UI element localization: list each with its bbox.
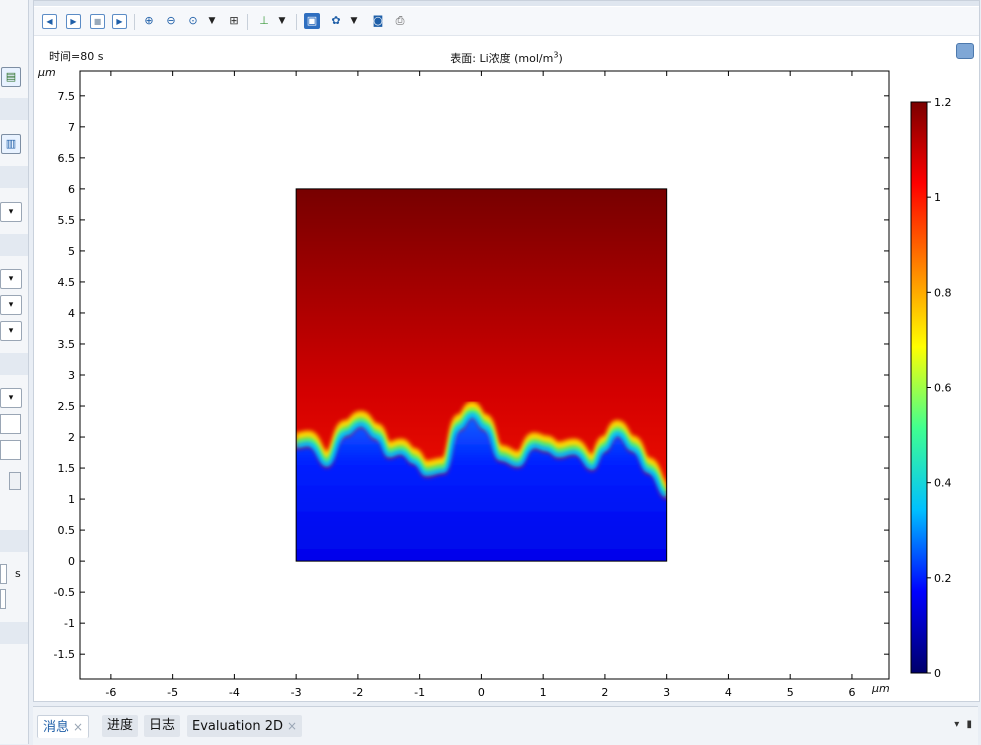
tab-messages[interactable]: 消息 × bbox=[37, 715, 90, 738]
colorbar-tick-label: 1 bbox=[934, 191, 941, 204]
colorbar-tick-label: 0.6 bbox=[934, 382, 952, 395]
tab-label: Evaluation 2D bbox=[192, 719, 284, 734]
y-tick-label: 1.5 bbox=[58, 462, 76, 475]
y-tick-label: 4.5 bbox=[58, 276, 76, 289]
x-tick-label: -4 bbox=[229, 686, 240, 699]
settings-panel: ▤ ▥ ▾ ▾ ▾ ▾ ▾ s bbox=[0, 0, 29, 744]
x-tick-label: 5 bbox=[787, 686, 794, 699]
colorbar-tick-label: 1.2 bbox=[934, 96, 952, 109]
colorbar-tick-label: 0 bbox=[934, 667, 941, 680]
section-header[interactable] bbox=[0, 166, 28, 188]
colorbar bbox=[910, 101, 928, 674]
colorbar-tick-label: 0.2 bbox=[934, 572, 952, 585]
x-tick-label: -2 bbox=[352, 686, 363, 699]
lower-region bbox=[296, 418, 667, 562]
time-unit-label: s bbox=[15, 567, 21, 580]
x-tick-label: 2 bbox=[601, 686, 608, 699]
y-tick-label: 6.5 bbox=[58, 152, 76, 165]
y-tick-label: 1 bbox=[68, 493, 75, 506]
slider-handle[interactable] bbox=[9, 472, 21, 490]
section-header[interactable] bbox=[0, 530, 28, 552]
dropdown-button[interactable]: ▾ bbox=[0, 388, 22, 408]
x-tick-label: -3 bbox=[291, 686, 302, 699]
x-tick-label: -1 bbox=[414, 686, 425, 699]
y-tick-label: 5 bbox=[68, 245, 75, 258]
colorbar-tick-label: 0.4 bbox=[934, 477, 952, 490]
dropdown-button[interactable]: ▾ bbox=[0, 295, 22, 315]
x-tick-label: 0 bbox=[478, 686, 485, 699]
dropdown-button[interactable]: ▾ bbox=[0, 269, 22, 289]
y-tick-label: 3 bbox=[68, 369, 75, 382]
concentration-plot[interactable]: -6 -5 -4 -3 -2 -1 0 1 2 3 4 5 6 -1.5 -1 -0.5 0 0.5 1 1.5 2 2.… bbox=[34, 1, 979, 701]
plot-settings-icon[interactable]: ▤ bbox=[1, 67, 21, 87]
dropdown-button[interactable]: ▾ bbox=[0, 202, 22, 222]
dropdown-button[interactable]: ▾ bbox=[0, 321, 22, 341]
text-field[interactable] bbox=[0, 589, 6, 609]
y-tick-label: 2 bbox=[68, 431, 75, 444]
tab-label: 进度 bbox=[107, 718, 134, 733]
section-header[interactable] bbox=[0, 353, 28, 375]
y-tick-label: 2.5 bbox=[58, 400, 76, 413]
x-tick-label: 6 bbox=[848, 686, 855, 699]
y-tick-label: 7 bbox=[68, 121, 75, 134]
graphics-window: ◀ ▶ ■ ▶ ⊕ ⊖ ⊙ ▼ ⊞ ⊥ ▼ ▣ ✿ ▼ ◙ ⎙ 时间=80 s … bbox=[33, 0, 980, 702]
table-settings-icon[interactable]: ▥ bbox=[1, 134, 21, 154]
y-tick-label: 5.5 bbox=[58, 214, 76, 227]
tab-label: 日志 bbox=[149, 718, 176, 733]
text-field[interactable] bbox=[0, 440, 21, 460]
x-tick-label: 4 bbox=[725, 686, 732, 699]
tab-evaluation-2d[interactable]: Evaluation 2D × bbox=[187, 715, 303, 737]
tab-progress[interactable]: 进度 bbox=[102, 715, 139, 737]
y-tick-label: -0.5 bbox=[54, 586, 75, 599]
y-tick-label: -1.5 bbox=[54, 648, 75, 661]
domain-surface bbox=[296, 188, 667, 562]
y-tick-label: -1 bbox=[64, 617, 75, 630]
time-field[interactable] bbox=[0, 564, 7, 584]
tab-label: 消息 bbox=[43, 720, 70, 735]
colorbar-ticks: 0 0.2 0.4 0.6 0.8 1 1.2 bbox=[927, 96, 952, 680]
bottom-panel: 消息 × 进度 日志 Evaluation 2D × ▾ ▮ bbox=[33, 706, 978, 745]
close-icon[interactable]: × bbox=[73, 720, 83, 734]
y-tick-label: 3.5 bbox=[58, 338, 76, 351]
x-tick-label: 1 bbox=[540, 686, 547, 699]
y-tick-label: 6 bbox=[68, 183, 75, 196]
y-tick-label: 0.5 bbox=[58, 524, 76, 537]
section-header[interactable] bbox=[0, 234, 28, 256]
text-field[interactable] bbox=[0, 414, 21, 434]
y-tick-label: 7.5 bbox=[58, 90, 76, 103]
section-header[interactable] bbox=[0, 622, 28, 644]
panel-controls: ▾ ▮ bbox=[954, 719, 972, 730]
pin-icon[interactable]: ▮ bbox=[966, 719, 972, 730]
section-header[interactable] bbox=[0, 98, 28, 120]
y-tick-label: 0 bbox=[68, 555, 75, 568]
x-tick-label: 3 bbox=[663, 686, 670, 699]
y-tick-label: 4 bbox=[68, 307, 75, 320]
x-tick-label: -5 bbox=[167, 686, 178, 699]
x-tick-label: -6 bbox=[105, 686, 116, 699]
close-icon[interactable]: × bbox=[287, 719, 297, 733]
panel-menu-icon[interactable]: ▾ bbox=[954, 719, 959, 730]
colorbar-tick-label: 0.8 bbox=[934, 286, 952, 299]
tab-log[interactable]: 日志 bbox=[144, 715, 181, 737]
